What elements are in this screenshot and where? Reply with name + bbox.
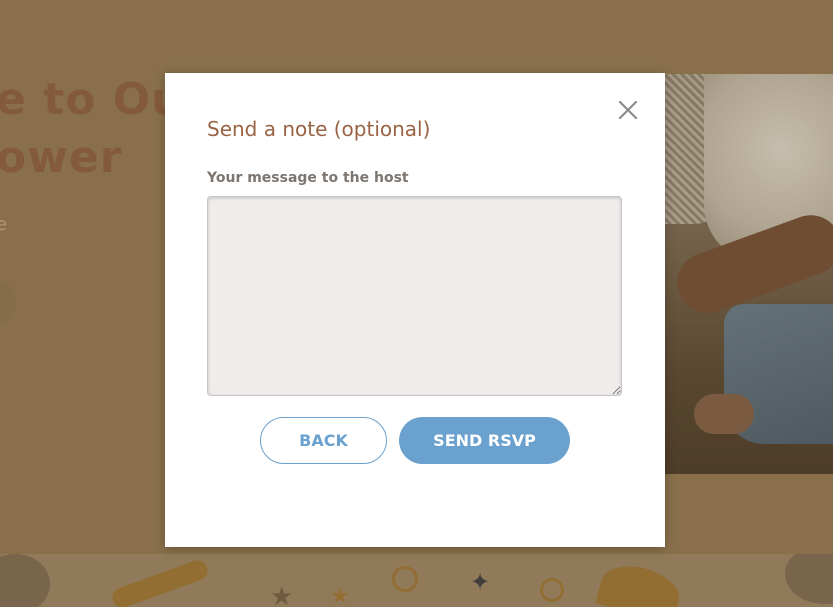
back-button[interactable]: BACK: [260, 417, 387, 464]
send-note-modal: Send a note (optional) Your message to t…: [165, 73, 665, 547]
close-icon: [618, 100, 638, 120]
close-button[interactable]: [615, 97, 641, 123]
send-rsvp-button[interactable]: SEND RSVP: [399, 417, 570, 464]
modal-title: Send a note (optional): [207, 117, 431, 141]
message-label: Your message to the host: [207, 170, 409, 186]
message-textarea[interactable]: [207, 196, 622, 396]
